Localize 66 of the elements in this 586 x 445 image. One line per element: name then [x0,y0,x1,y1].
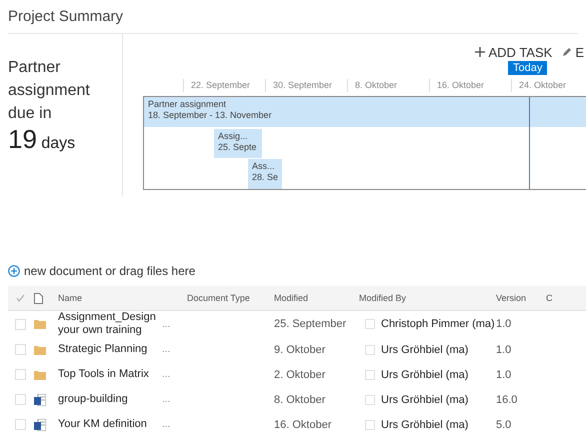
row-checkbox[interactable] [15,394,26,405]
version-number: 1.0 [496,318,512,330]
add-circle-icon [8,265,20,277]
row-checkbox[interactable] [15,318,26,330]
task-bar[interactable]: Ass... 28. Se [248,159,282,189]
task-bar[interactable]: Assig... 25. Septe [214,129,262,158]
version-number: 16.0 [496,394,518,406]
row-checkbox[interactable] [15,369,26,380]
column-header[interactable]: Version [496,293,546,303]
folder-icon [34,370,46,380]
more-menu[interactable]: ... [162,394,170,405]
version-number: 5.0 [496,418,512,430]
folder-icon [34,319,46,329]
pencil-icon [562,48,572,56]
page-title: Project Summary [8,0,578,34]
modified-date: 25. September [274,318,348,330]
user-presence-icon [365,344,375,354]
edit-button[interactable]: E [562,45,584,59]
file-name[interactable]: Your KM definition [58,418,158,431]
modified-by: Urs Gröhbiel (ma) [381,394,468,406]
modified-by: Urs Gröhbiel (ma) [381,368,468,380]
word-document-icon [34,418,46,430]
new-document-link[interactable]: new document or drag files here [8,264,196,278]
modified-by: Urs Gröhbiel (ma) [381,418,468,430]
word-document-icon [34,394,46,406]
row-checkbox[interactable] [15,344,26,355]
column-header[interactable]: Modified By [359,293,496,303]
today-marker: Today [508,61,548,75]
document-icon [34,292,43,304]
task-bar[interactable]: Partner assignment 18. September - 13. November [144,97,586,127]
version-number: 1.0 [496,344,512,356]
timeline-date: 8. Oktober [347,79,398,92]
user-presence-icon [365,319,375,329]
timeline-date: 24. Oktober [511,79,566,92]
row-checkbox[interactable] [15,419,26,430]
file-name[interactable]: Strategic Planning [58,343,158,356]
file-name[interactable]: group-building [58,393,158,406]
more-menu[interactable]: ... [162,344,170,355]
user-presence-icon [365,370,375,380]
modified-by: Urs Gröhbiel (ma) [381,344,468,356]
timeline-date: 22. September [183,79,250,92]
column-header[interactable]: Modified [274,293,359,303]
column-header[interactable]: Document Type [187,293,274,303]
folder-icon [34,344,46,354]
modified-by: Christoph Pimmer (ma) [381,318,495,330]
more-menu[interactable]: ... [162,318,170,330]
plus-icon [474,47,484,57]
user-presence-icon [365,420,375,430]
due-text: Partner assignment due in [8,58,91,124]
modified-date: 2. Oktober [274,368,326,380]
modified-date: 8. Oktober [274,394,326,406]
file-name[interactable]: Assignment_Design your own training [58,311,158,337]
check-icon[interactable] [16,294,25,302]
more-menu[interactable]: ... [162,369,170,380]
more-menu[interactable]: ... [162,419,170,430]
add-task-button[interactable]: ADD TASK [474,45,552,59]
days-remaining: 19 days [8,125,76,156]
timeline-date: 16. Oktober [429,79,484,92]
modified-date: 16. Oktober [274,418,332,430]
column-header[interactable]: C [546,293,586,303]
user-presence-icon [365,394,375,404]
file-name[interactable]: Top Tools in Matrix [58,368,158,381]
version-number: 1.0 [496,368,512,380]
timeline-date: 30. September [265,79,332,92]
modified-date: 9. Oktober [274,344,326,356]
column-header[interactable]: Name [58,293,187,303]
